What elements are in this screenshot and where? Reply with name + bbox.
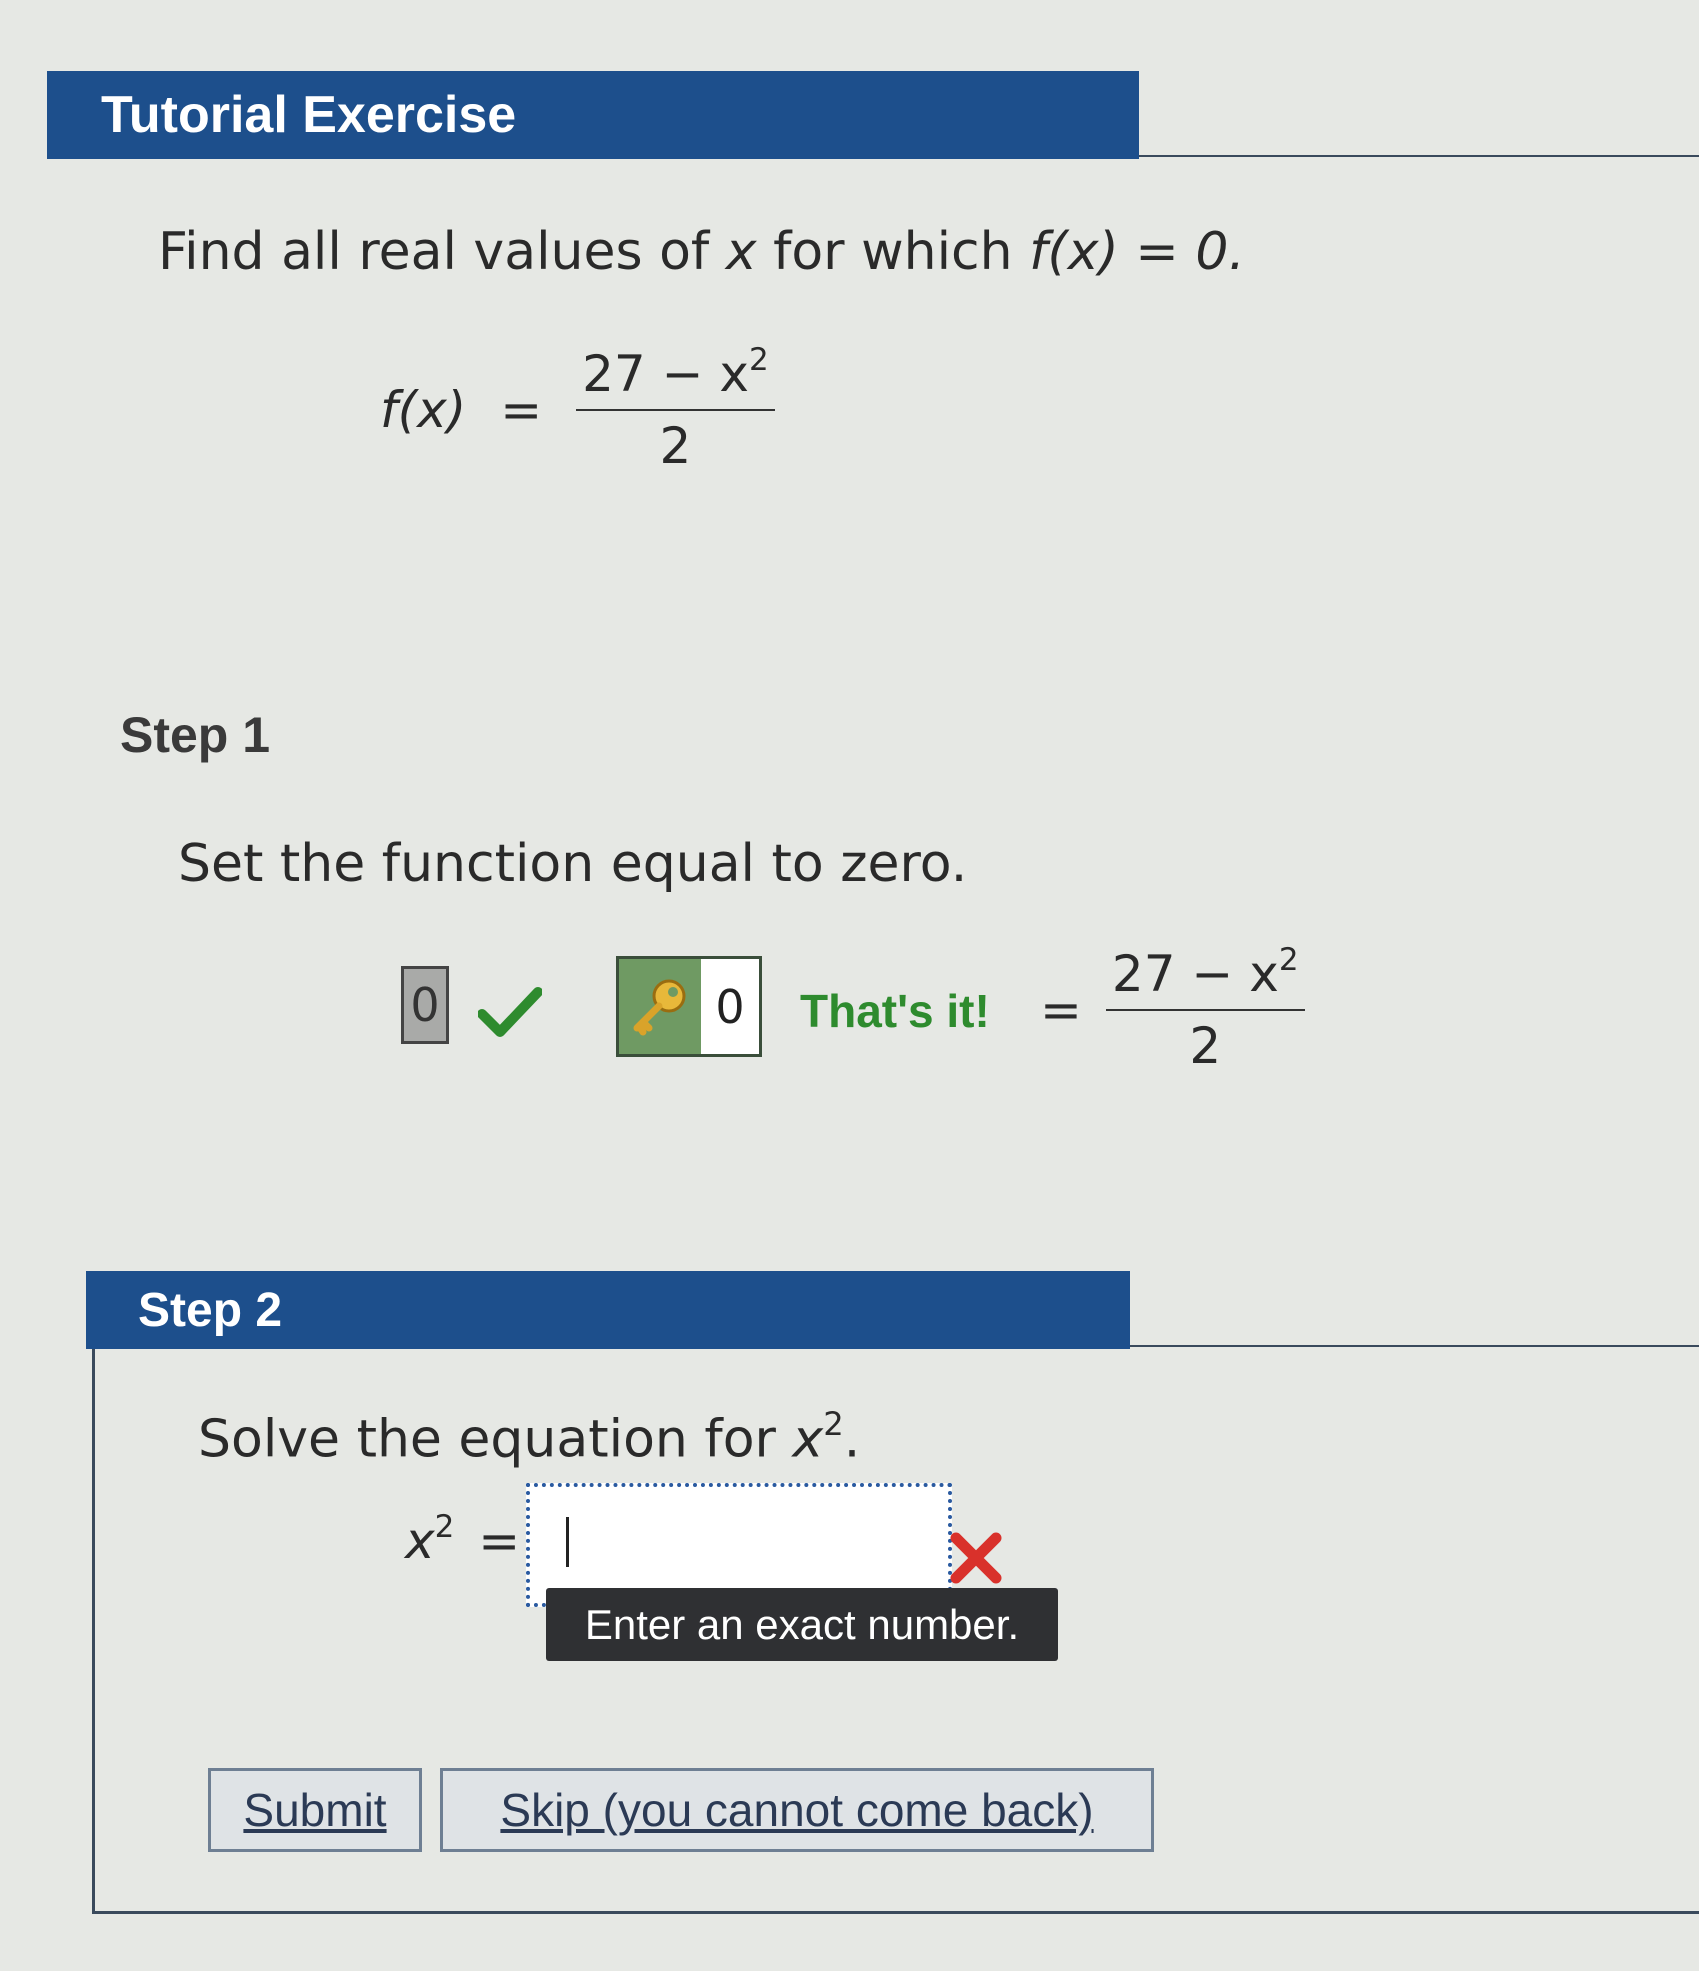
- step2-divider: [1130, 1345, 1699, 1347]
- step1-numerator: 27 − x2: [1105, 942, 1305, 1011]
- answer-input-field[interactable]: [544, 1509, 928, 1571]
- step1-title: Step 1: [120, 707, 271, 763]
- submit-button[interactable]: Submit: [208, 1768, 422, 1852]
- skip-button[interactable]: Skip (you cannot come back): [440, 1768, 1154, 1852]
- tutorial-header: Tutorial Exercise: [47, 71, 1139, 159]
- key-answer-box[interactable]: 0: [616, 956, 762, 1057]
- prompt-mid-text: for which: [773, 222, 1013, 282]
- key-button[interactable]: [619, 959, 701, 1054]
- step1-equals: =: [1040, 981, 1082, 1039]
- step2-title: Step 2: [138, 1284, 283, 1337]
- tutorial-title: Tutorial Exercise: [101, 86, 517, 144]
- step2-instruction: Solve the equation for x2.: [198, 1404, 861, 1470]
- function-equals: =: [500, 381, 543, 439]
- header-divider: [1139, 155, 1699, 157]
- problem-statement: Find all real values of x for which f(x)…: [158, 222, 1245, 282]
- step1-instruction: Set the function equal to zero.: [178, 834, 968, 894]
- checkmark-icon: [478, 987, 542, 1037]
- fraction-denominator: 2: [659, 417, 692, 475]
- prompt-variable: x: [725, 222, 757, 282]
- step1-fraction: 27 − x2 2: [1105, 942, 1305, 1075]
- function-definition: f(x) = 27 − x2 2: [380, 342, 775, 475]
- function-lhs: f(x): [380, 381, 467, 439]
- step1-denominator: 2: [1189, 1017, 1222, 1075]
- x-mark-icon: [950, 1532, 1002, 1584]
- function-fraction: 27 − x2 2: [576, 342, 775, 475]
- input-tooltip: Enter an exact number.: [546, 1588, 1058, 1661]
- step1-answer-box: 0: [401, 966, 449, 1044]
- text-cursor: [566, 1517, 569, 1567]
- key-icon: [633, 979, 686, 1035]
- fraction-numerator: 27 − x2: [576, 342, 775, 411]
- key-value: 0: [715, 979, 745, 1034]
- prompt-text: Find all real values of: [158, 222, 710, 282]
- step2-header: Step 2: [86, 1271, 1130, 1349]
- step2-lhs: x2 =: [405, 1509, 521, 1570]
- feedback-message: That's it!: [800, 985, 990, 1037]
- prompt-function: f(x) = 0.: [1029, 222, 1246, 282]
- step1-equation-rhs: = 27 − x2 2: [1040, 942, 1305, 1075]
